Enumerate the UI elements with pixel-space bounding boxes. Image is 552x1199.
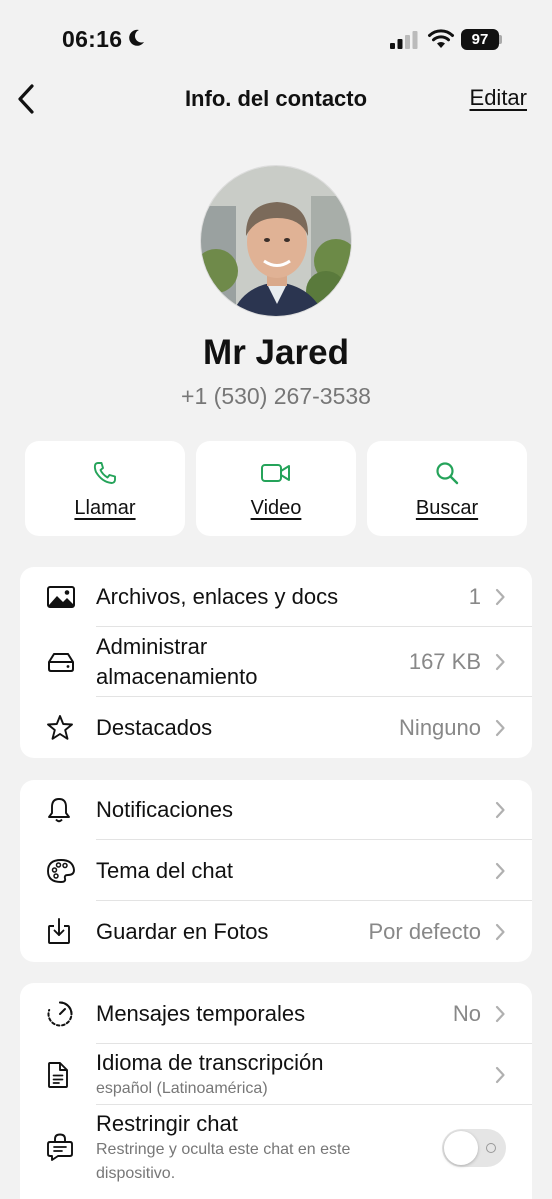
row-notifications[interactable]: Notificaciones	[20, 780, 532, 840]
video-button[interactable]: Video	[196, 441, 356, 536]
document-icon	[48, 1062, 68, 1088]
row-label-line2: almacenamiento	[96, 664, 258, 689]
video-button-label: Video	[250, 497, 302, 519]
bell-icon	[48, 798, 70, 823]
chevron-right-icon	[495, 862, 505, 880]
image-icon	[47, 586, 75, 608]
star-icon	[47, 715, 73, 740]
row-value: Por defecto	[368, 919, 481, 944]
row-save-to-photos[interactable]: Guardar en Fotos Por defecto	[20, 901, 532, 962]
row-starred[interactable]: Destacados Ninguno	[20, 697, 532, 758]
moon-icon	[129, 29, 144, 46]
search-button-label: Buscar	[415, 497, 479, 519]
save-photos-icon	[48, 918, 70, 944]
row-value: No	[452, 1001, 481, 1026]
row-label: Archivos, enlaces y docs	[96, 584, 339, 609]
battery-icon: 97	[461, 29, 499, 50]
chevron-right-icon	[495, 719, 505, 737]
chevron-right-icon	[495, 588, 505, 606]
chevron-right-icon	[495, 801, 505, 819]
row-disappearing-messages[interactable]: Mensajes temporales No	[20, 983, 532, 1044]
row-value: 167 KB	[408, 649, 481, 674]
row-value: 1	[468, 584, 481, 609]
privacy-section: Mensajes temporales No Idioma de transcr…	[20, 983, 532, 1199]
row-value: Ninguno	[399, 715, 481, 740]
row-label: Idioma de transcripción	[96, 1050, 324, 1075]
search-icon	[436, 462, 459, 485]
toggle-knob	[444, 1131, 478, 1165]
row-files-links-docs[interactable]: Archivos, enlaces y docs 1	[20, 567, 532, 627]
phone-icon	[93, 462, 116, 484]
cellular-signal-icon	[390, 31, 418, 49]
contact-name: Mr Jared	[203, 333, 349, 372]
video-icon	[261, 464, 290, 482]
chevron-right-icon	[495, 923, 505, 941]
row-label: Restringir chat	[96, 1111, 238, 1136]
timer-icon	[47, 1001, 73, 1027]
toggle-off-indicator	[486, 1143, 496, 1153]
row-chat-theme[interactable]: Tema del chat	[20, 840, 532, 901]
row-subtitle: español (Latinoamérica)	[96, 1080, 268, 1097]
row-label: Destacados	[96, 715, 213, 740]
status-time: 06:16	[62, 26, 123, 52]
row-label: Mensajes temporales	[96, 1001, 306, 1026]
media-section: Archivos, enlaces y docs 1 Administrar a…	[20, 567, 532, 758]
search-button[interactable]: Buscar	[367, 441, 527, 536]
wifi-icon	[428, 29, 454, 48]
call-button-label: Llamar	[74, 497, 136, 519]
edit-button[interactable]: Editar	[470, 85, 527, 111]
restrict-chat-toggle[interactable]	[442, 1129, 506, 1167]
row-subtitle-line1: Restringe y oculta este chat en este	[96, 1141, 351, 1158]
navigation-bar: Info. del contacto Editar	[0, 80, 552, 120]
chevron-right-icon	[495, 1005, 505, 1023]
avatar[interactable]	[200, 165, 352, 317]
status-bar: 06:16 97	[0, 0, 552, 80]
row-label: Guardar en Fotos	[96, 919, 269, 944]
battery-tip	[499, 35, 502, 44]
row-label: Notificaciones	[96, 797, 233, 822]
row-restrict-chat[interactable]: Restringir chat Restringe y oculta este …	[20, 1105, 532, 1199]
storage-icon	[48, 653, 74, 672]
chevron-right-icon	[495, 1066, 505, 1084]
chat-settings-section: Notificaciones Tema del chat Guardar en …	[20, 780, 532, 962]
avatar-photo	[201, 166, 351, 316]
row-label-line1: Administrar	[96, 634, 208, 659]
row-label: Tema del chat	[96, 858, 233, 883]
row-manage-storage[interactable]: Administrar almacenamiento 167 KB	[20, 627, 532, 697]
call-button[interactable]: Llamar	[25, 441, 185, 536]
lock-chat-icon	[47, 1133, 73, 1161]
palette-icon	[47, 859, 75, 883]
chevron-right-icon	[495, 653, 505, 671]
contact-phone: +1 (530) 267-3538	[181, 383, 371, 409]
row-subtitle-line2: dispositivo.	[96, 1165, 176, 1182]
row-transcription-language[interactable]: Idioma de transcripción español (Latinoa…	[20, 1044, 532, 1105]
